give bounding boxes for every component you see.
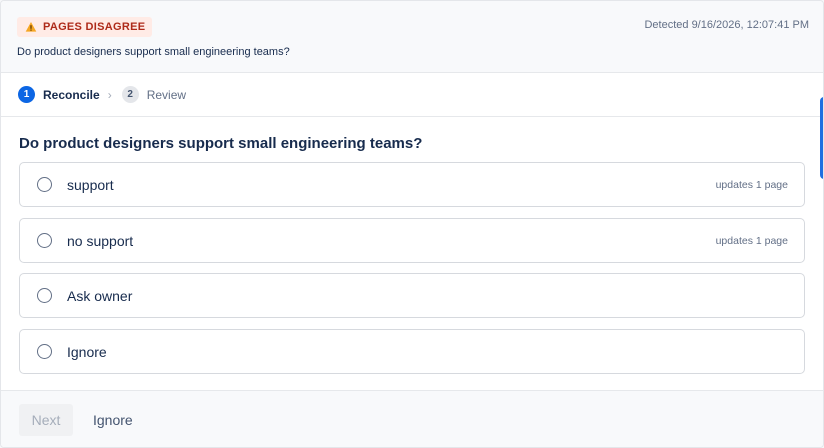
card-header: PAGES DISAGREE Detected 9/16/2026, 12:07…: [1, 1, 823, 73]
side-panel-tab[interactable]: [820, 97, 823, 179]
detected-timestamp: Detected 9/16/2026, 12:07:41 PM: [644, 19, 809, 31]
page-title: Do product designers support small engin…: [19, 135, 423, 152]
radio-button[interactable]: [37, 344, 52, 359]
card-footer: Next Ignore: [1, 390, 823, 447]
option-support[interactable]: support updates 1 page: [19, 162, 805, 207]
option-label: no support: [67, 233, 134, 249]
option-meta: updates 1 page: [715, 235, 788, 247]
step-label: Review: [146, 87, 187, 102]
step-number: 2: [121, 86, 139, 103]
option-no-support[interactable]: no support updates 1 page: [19, 218, 805, 263]
next-button[interactable]: Next: [19, 404, 73, 436]
step-label: Reconcile: [43, 87, 100, 102]
warning-icon: [25, 22, 37, 32]
radio-button[interactable]: [37, 288, 52, 303]
status-badge: PAGES DISAGREE: [17, 17, 153, 37]
option-ignore[interactable]: Ignore: [19, 329, 805, 374]
ignore-button[interactable]: Ignore: [83, 404, 143, 436]
step-review[interactable]: 2 Review: [121, 86, 187, 103]
option-label: Ask owner: [67, 288, 133, 304]
option-label: support: [67, 177, 114, 193]
option-meta: updates 1 page: [715, 179, 788, 191]
status-badge-label: PAGES DISAGREE: [43, 21, 146, 33]
chevron-right-icon: ›: [107, 87, 112, 102]
option-ask-owner[interactable]: Ask owner: [19, 273, 805, 318]
radio-button[interactable]: [37, 177, 52, 192]
step-number: 1: [18, 86, 35, 103]
step-reconcile[interactable]: 1 Reconcile: [18, 86, 100, 103]
reconcile-card: PAGES DISAGREE Detected 9/16/2026, 12:07…: [0, 0, 824, 448]
radio-button[interactable]: [37, 233, 52, 248]
header-question: Do product designers support small engin…: [17, 46, 290, 58]
option-label: Ignore: [67, 344, 107, 360]
stepper: 1 Reconcile › 2 Review: [1, 73, 823, 117]
